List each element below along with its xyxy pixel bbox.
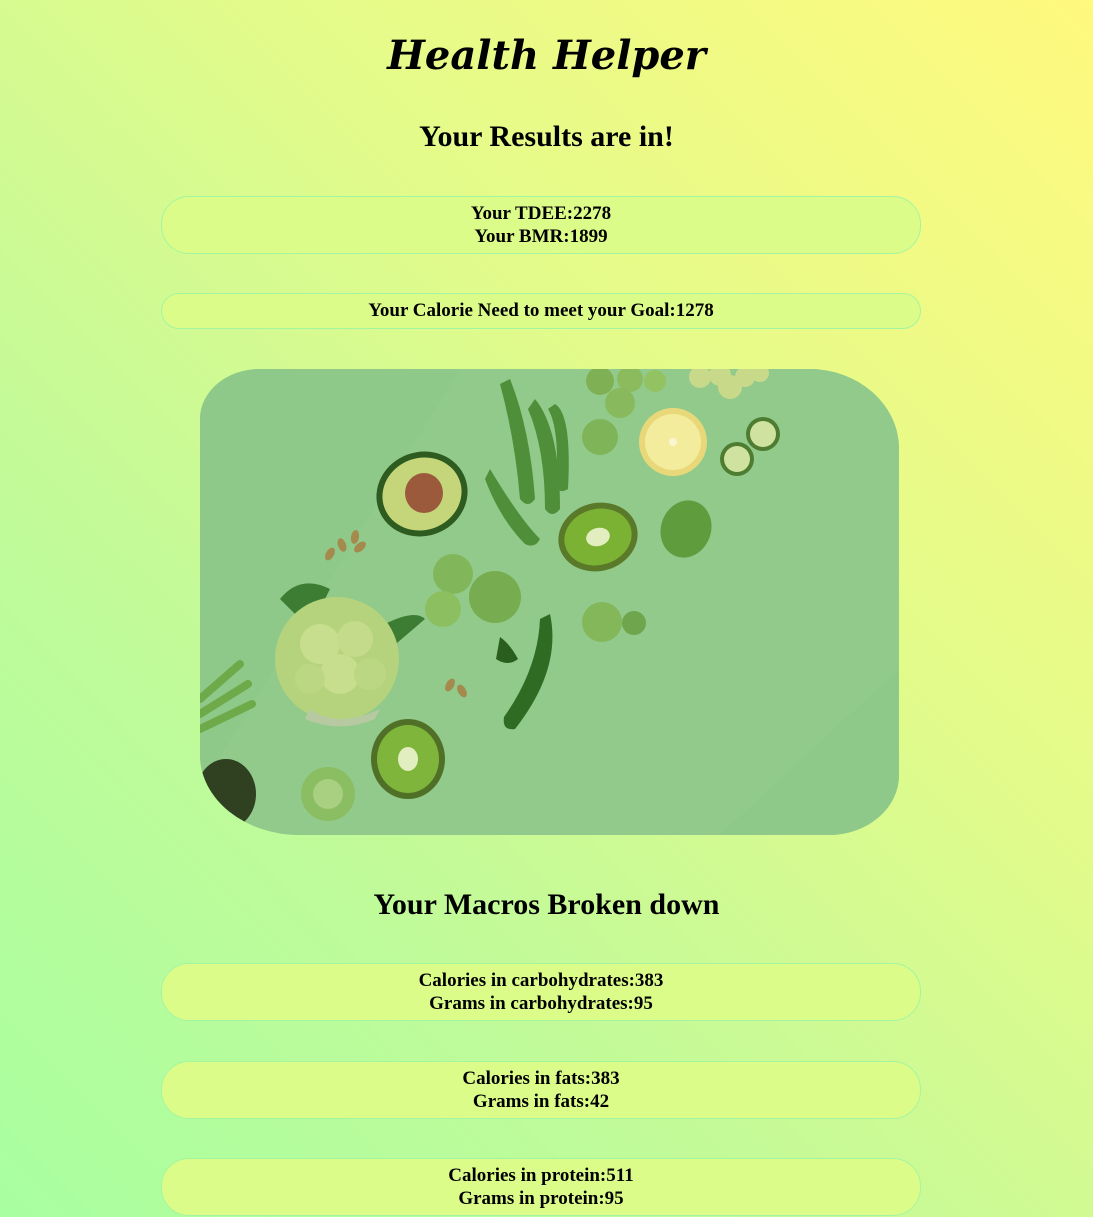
protein-calories: Calories in protein:511 bbox=[448, 1165, 634, 1186]
bmr-value: Your BMR:1899 bbox=[474, 226, 608, 247]
vegetables-photo bbox=[200, 369, 899, 835]
carbs-card: Calories in carbohydrates:383 Grams in c… bbox=[161, 963, 921, 1021]
tdee-bmr-card: Your TDEE:2278 Your BMR:1899 bbox=[161, 196, 921, 254]
macros-heading: Your Macros Broken down bbox=[373, 888, 720, 921]
vegetables-illustration bbox=[200, 369, 899, 835]
goal-calorie-card: Your Calorie Need to meet your Goal:1278 bbox=[161, 293, 921, 329]
fats-grams: Grams in fats:42 bbox=[472, 1091, 610, 1112]
protein-card: Calories in protein:511 Grams in protein… bbox=[161, 1158, 921, 1216]
kiwi-half-bottom-icon bbox=[371, 719, 445, 799]
protein-grams: Grams in protein:95 bbox=[458, 1188, 624, 1209]
app-title: Health Helper bbox=[387, 32, 706, 79]
fats-card: Calories in fats:383 Grams in fats:42 bbox=[161, 1061, 921, 1119]
lemon-half-icon bbox=[639, 408, 707, 476]
brussels-sprout-bottom-icon bbox=[301, 767, 355, 821]
carbs-grams: Grams in carbohydrates:95 bbox=[429, 993, 653, 1014]
results-heading: Your Results are in! bbox=[419, 120, 674, 153]
carbs-calories: Calories in carbohydrates:383 bbox=[418, 970, 664, 991]
fats-calories: Calories in fats:383 bbox=[462, 1068, 620, 1089]
goal-calorie-value: Your Calorie Need to meet your Goal:1278 bbox=[368, 300, 714, 321]
tdee-value: Your TDEE:2278 bbox=[470, 203, 612, 224]
